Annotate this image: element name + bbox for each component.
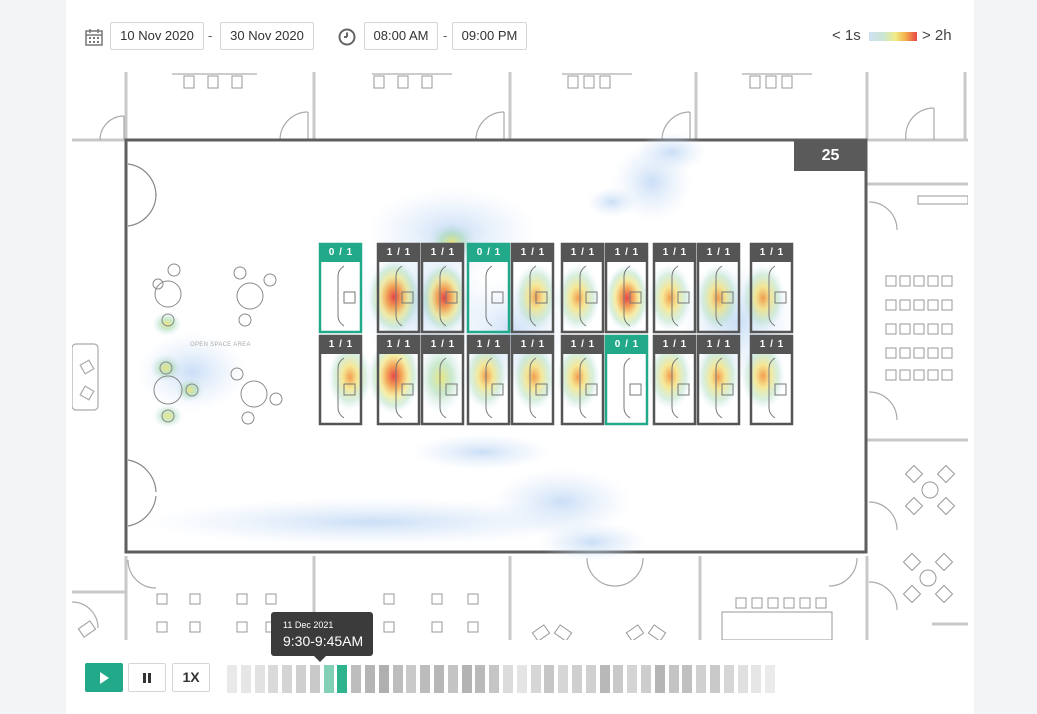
desk-occupancy-badge: 1 / 1 — [468, 336, 510, 354]
time-slot[interactable] — [737, 665, 748, 693]
desk-occupancy-badge: 1 / 1 — [562, 244, 604, 262]
desk-occupancy-badge: 1 / 1 — [422, 336, 464, 354]
desk-occupancy-badge: 0 / 1 — [320, 244, 362, 262]
desk-occupancy-badge: 0 / 1 — [468, 244, 510, 262]
desk-occupancy-badge: 1 / 1 — [606, 244, 648, 262]
time-slot[interactable] — [227, 665, 237, 693]
speed-button[interactable]: 1X — [172, 663, 210, 692]
time-slot[interactable] — [668, 665, 679, 693]
tooltip-date: 11 Dec 2021 — [283, 620, 334, 630]
desk-occupancy-badge: 1 / 1 — [320, 336, 362, 354]
time-slot[interactable] — [461, 665, 472, 693]
time-slot[interactable] — [696, 665, 707, 693]
time-slot[interactable] — [392, 665, 403, 693]
time-slot[interactable] — [503, 665, 513, 693]
desk-occupancy-badge: 1 / 1 — [378, 336, 420, 354]
time-slot-tooltip: 11 Dec 2021 9:30-9:45AM — [271, 612, 373, 662]
playback-timeline: 1X 11 Dec 2021 9:30-9:45AM — [66, 612, 974, 714]
time-slot[interactable] — [723, 665, 734, 693]
desk-occupancy-badge: 1 / 1 — [422, 244, 464, 262]
desk-occupancy-badge: 1 / 1 — [751, 244, 793, 262]
time-slot[interactable] — [254, 665, 265, 693]
legend-min-label: < 1s — [832, 27, 861, 44]
heatmap-legend-gradient — [869, 32, 917, 41]
time-slot[interactable] — [544, 665, 555, 693]
desk-occupancy-badge: 1 / 1 — [751, 336, 793, 354]
pause-button[interactable] — [128, 663, 166, 692]
time-slot[interactable] — [599, 665, 610, 693]
legend-max-label: > 2h — [922, 27, 952, 44]
end-date-field[interactable]: 30 Nov 2020 — [220, 22, 314, 50]
time-slot[interactable] — [516, 665, 527, 693]
time-slot[interactable] — [420, 665, 431, 693]
time-slot[interactable] — [654, 665, 665, 693]
pause-icon — [143, 673, 151, 683]
time-slot[interactable] — [751, 665, 762, 693]
time-slot[interactable] — [282, 665, 293, 693]
time-slot[interactable] — [351, 665, 362, 693]
desk-occupancy-badge: 1 / 1 — [512, 336, 554, 354]
time-slot[interactable] — [530, 665, 541, 693]
time-slot[interactable] — [475, 665, 486, 693]
start-time-field[interactable]: 08:00 AM — [364, 22, 438, 50]
start-date-field[interactable]: 10 Nov 2020 — [110, 22, 204, 50]
time-slot-selected[interactable] — [323, 665, 334, 693]
play-button[interactable] — [85, 663, 123, 692]
time-slot[interactable] — [489, 665, 500, 693]
date-range-separator: - — [208, 28, 213, 43]
time-slot[interactable] — [682, 665, 693, 693]
time-slot[interactable] — [627, 665, 638, 693]
time-slot[interactable] — [434, 665, 444, 693]
time-slot[interactable] — [337, 665, 348, 693]
filter-toolbar: 10 Nov 2020 - 30 Nov 2020 08:00 AM - 09:… — [66, 0, 974, 72]
play-icon — [100, 672, 109, 684]
time-slot[interactable] — [309, 665, 320, 693]
time-slot[interactable] — [365, 665, 375, 693]
occupancy-heatmap-app: 10 Nov 2020 - 30 Nov 2020 08:00 AM - 09:… — [66, 0, 974, 714]
time-slot[interactable] — [641, 665, 651, 693]
time-slot[interactable] — [447, 665, 458, 693]
time-slot[interactable] — [558, 665, 569, 693]
desk-occupancy-badge: 1 / 1 — [654, 336, 696, 354]
desk-occupancy-badge: 1 / 1 — [378, 244, 420, 262]
time-slot[interactable] — [240, 665, 251, 693]
desk-occupancy-badge: 1 / 1 — [654, 244, 696, 262]
tooltip-arrow — [314, 656, 326, 662]
open-space-area-label: OPEN SPACE AREA — [190, 342, 251, 348]
desk-occupancy-badge: 1 / 1 — [698, 244, 740, 262]
time-slot[interactable] — [765, 665, 776, 693]
clock-icon[interactable] — [337, 27, 357, 47]
time-slot[interactable] — [585, 665, 596, 693]
floor-plan: 25 OPEN SPACE AREA 0 / 11 / 11 / 10 / 11… — [72, 72, 968, 640]
desk-occupancy-badge: 1 / 1 — [512, 244, 554, 262]
desk-occupancy-badge: 0 / 1 — [606, 336, 648, 354]
end-time-field[interactable]: 09:00 PM — [452, 22, 527, 50]
time-slot[interactable] — [378, 665, 389, 693]
time-slot[interactable] — [710, 665, 720, 693]
time-slot[interactable] — [406, 665, 417, 693]
time-range-separator: - — [443, 28, 448, 43]
time-slot[interactable] — [296, 665, 306, 693]
time-slot[interactable] — [613, 665, 624, 693]
time-slot[interactable] — [268, 665, 279, 693]
desk-occupancy-badge: 1 / 1 — [698, 336, 740, 354]
time-slot[interactable] — [572, 665, 582, 693]
desk-occupancy-badge: 1 / 1 — [562, 336, 604, 354]
tooltip-time: 9:30-9:45AM — [283, 633, 364, 649]
zone-occupancy-count: 25 — [794, 140, 867, 171]
calendar-icon[interactable] — [84, 27, 104, 47]
